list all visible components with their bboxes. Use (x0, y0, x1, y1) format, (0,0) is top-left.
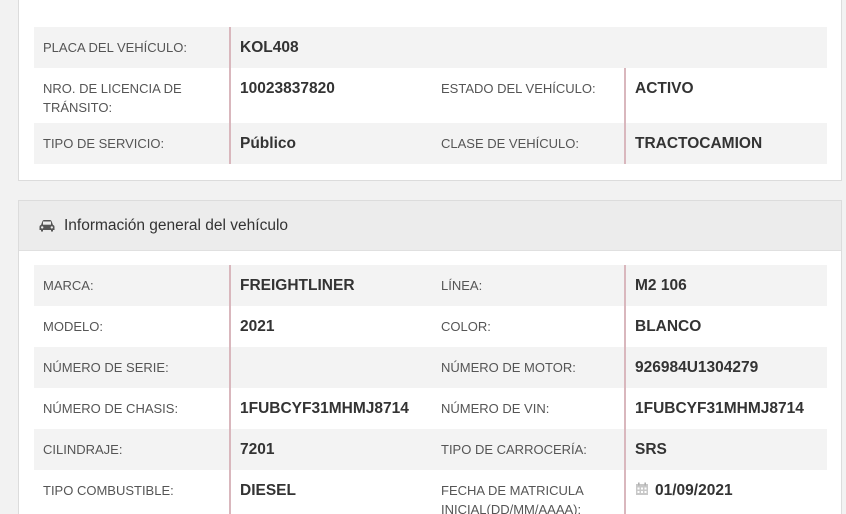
vehicle-summary-panel: PLACA DEL VEHÍCULO: KOL408 NRO. DE LICEN… (18, 0, 842, 181)
value-motor: 926984U1304279 (624, 347, 827, 388)
row-cilindraje: CILINDRAJE: 7201 TIPO DE CARROCERÍA: SRS (34, 429, 827, 470)
label-servicio: TIPO DE SERVICIO: (43, 136, 165, 151)
label-chasis: NÚMERO DE CHASIS: (43, 401, 179, 416)
value-marca: FREIGHTLINER (229, 265, 432, 306)
row-serie: NÚMERO DE SERIE: NÚMERO DE MOTOR: 926984… (34, 347, 827, 388)
value-fecha-matricula-cell: 01/09/2021 (624, 470, 827, 514)
label-motor: NÚMERO DE MOTOR: (441, 360, 576, 375)
value-fecha-matricula: 01/09/2021 (655, 482, 733, 499)
label-vin: NÚMERO DE VIN: (441, 401, 550, 416)
row-modelo: MODELO: 2021 COLOR: BLANCO (34, 306, 827, 347)
label-licencia: NRO. DE LICENCIA DE TRÁNSITO: (43, 81, 182, 115)
value-linea: M2 106 (624, 265, 827, 306)
row-licencia: NRO. DE LICENCIA DE TRÁNSITO: 1002383782… (34, 68, 827, 123)
label-clase: CLASE DE VEHÍCULO: (441, 136, 579, 151)
label-color: COLOR: (441, 319, 491, 334)
value-chasis: 1FUBCYF31MHMJ8714 (229, 388, 432, 429)
value-placa: KOL408 (229, 27, 432, 68)
general-info-panel: Información general del vehículo MARCA: … (18, 200, 842, 514)
value-modelo: 2021 (229, 306, 432, 347)
label-modelo: MODELO: (43, 319, 103, 334)
value-servicio: Público (229, 123, 432, 164)
row-placa: PLACA DEL VEHÍCULO: KOL408 (34, 27, 827, 68)
general-info-title: Información general del vehículo (64, 216, 289, 234)
calendar-icon (635, 482, 649, 496)
value-vin: 1FUBCYF31MHMJ8714 (624, 388, 827, 429)
label-estado: ESTADO DEL VEHÍCULO: (441, 81, 596, 96)
value-serie (229, 347, 432, 388)
label-linea: LÍNEA: (441, 278, 483, 293)
label-carroceria: TIPO DE CARROCERÍA: (441, 442, 587, 457)
value-estado: ACTIVO (624, 68, 827, 123)
label-marca: MARCA: (43, 278, 94, 293)
row-servicio: TIPO DE SERVICIO: Público CLASE DE VEHÍC… (34, 123, 827, 164)
value-carroceria: SRS (624, 429, 827, 470)
value-cilindraje: 7201 (229, 429, 432, 470)
value-combustible: DIESEL (229, 470, 432, 514)
value-licencia: 10023837820 (229, 68, 432, 123)
general-info-heading[interactable]: Información general del vehículo (19, 201, 841, 251)
row-chasis: NÚMERO DE CHASIS: 1FUBCYF31MHMJ8714 NÚME… (34, 388, 827, 429)
label-cilindraje: CILINDRAJE: (43, 442, 123, 457)
label-fecha-matricula: FECHA DE MATRICULA INICIAL(DD/MM/AAAA): (441, 483, 584, 514)
label-combustible: TIPO COMBUSTIBLE: (43, 483, 174, 498)
value-color: BLANCO (624, 306, 827, 347)
value-clase: TRACTOCAMION (624, 123, 827, 164)
car-icon (38, 219, 56, 233)
label-serie: NÚMERO DE SERIE: (43, 360, 169, 375)
row-marca: MARCA: FREIGHTLINER LÍNEA: M2 106 (34, 265, 827, 306)
label-placa: PLACA DEL VEHÍCULO: (43, 40, 188, 55)
row-combustible: TIPO COMBUSTIBLE: DIESEL FECHA DE MATRIC… (34, 470, 827, 514)
